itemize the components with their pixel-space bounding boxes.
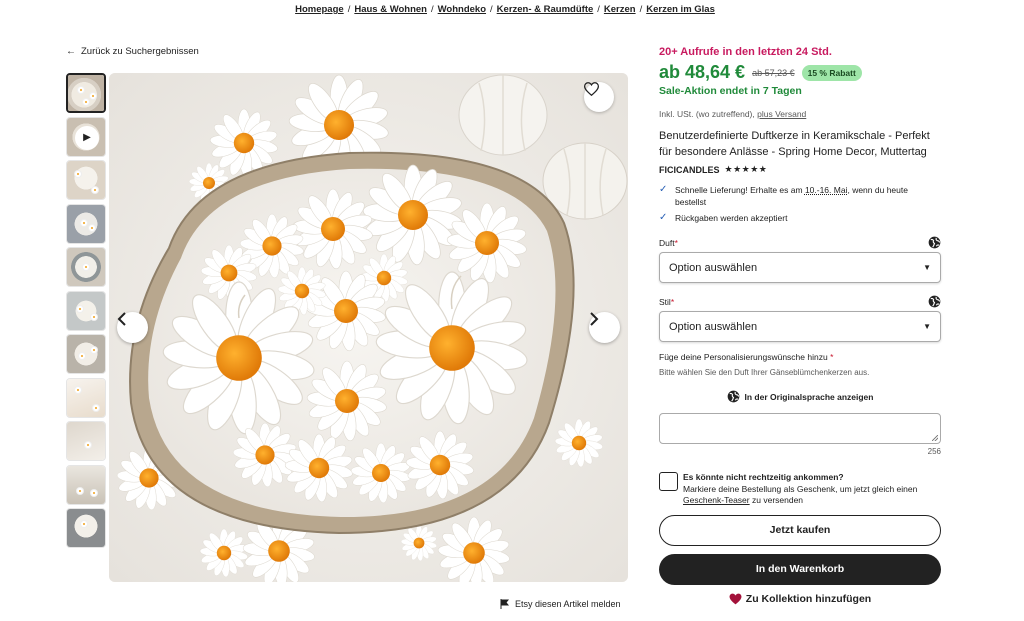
play-icon: ▶	[75, 125, 99, 150]
scent-label-row: Duft*	[659, 236, 941, 249]
gift-checkbox[interactable]	[659, 472, 678, 491]
thumbnail-3[interactable]	[66, 160, 106, 200]
thumbnail-9[interactable]	[66, 421, 106, 461]
delivery-date[interactable]: 10.-16. Mai	[805, 185, 848, 195]
thumbnail-10[interactable]	[66, 464, 106, 505]
discount-badge: 15 % Rabatt	[801, 64, 862, 81]
personalization-hint: Bitte wählen Sie den Duft Ihrer Gänseblü…	[659, 368, 870, 377]
style-label-row: Stil*	[659, 295, 941, 308]
character-counter: 256	[927, 447, 941, 456]
original-price: ab 57,23 €	[752, 67, 795, 78]
shop-row: FICICANDLES ★★★★★	[659, 164, 941, 175]
returns-feature: ✓ Rückgaben werden akzeptiert	[659, 212, 941, 224]
flag-icon	[500, 599, 509, 609]
tax-info: Inkl. USt. (wo zutreffend), plus Versand	[659, 109, 941, 119]
thumbnail-7[interactable]	[66, 334, 106, 374]
gift-text: Es könnte nicht rechtzeitig ankommen? Ma…	[683, 472, 918, 505]
arrow-left-icon: ←	[66, 46, 76, 57]
caret-down-icon: ▼	[923, 263, 931, 272]
show-original-language-link[interactable]: In der Originalsprache anzeigen	[659, 390, 941, 403]
thumbnail-5[interactable]	[66, 247, 106, 287]
next-image-button[interactable]	[589, 312, 620, 343]
buy-now-button[interactable]: Jetzt kaufen	[659, 514, 941, 546]
chevron-right-icon	[590, 312, 599, 326]
globe-icon	[727, 390, 739, 403]
thumbnail-6[interactable]	[66, 290, 106, 331]
shop-name-link[interactable]: FICICANDLES	[659, 165, 720, 175]
heart-outline-icon	[584, 82, 599, 96]
product-title: Benutzerdefinierte Duftkerze in Keramiks…	[659, 130, 930, 158]
scent-label: Duft	[659, 237, 675, 248]
globe-icon[interactable]	[928, 236, 941, 249]
rating-stars[interactable]: ★★★★★	[725, 164, 768, 175]
sale-end-notice: Sale-Aktion endet in 7 Tagen	[659, 85, 802, 97]
thumbnail-1[interactable]	[66, 73, 106, 113]
thumbnail-video[interactable]: ▶	[66, 116, 106, 157]
add-to-collection-label: Zu Kollektion hinzufügen	[745, 592, 872, 605]
breadcrumb-candles[interactable]: Kerzen	[604, 4, 636, 15]
gift-option: Es könnte nicht rechtzeitig ankommen? Ma…	[659, 472, 941, 507]
breadcrumb-home-living[interactable]: Haus & Wohnen	[354, 4, 427, 15]
add-to-collection-button[interactable]: Zu Kollektion hinzufügen	[659, 593, 941, 605]
check-icon: ✓	[659, 212, 668, 223]
back-to-results-label: Zurück zu Suchergebnissen	[81, 46, 199, 57]
scent-select[interactable]: Option auswählen ▼	[659, 252, 941, 283]
breadcrumb: Homepage / Haus & Wohnen / Wohndeko / Kerzen- …	[295, 4, 715, 15]
previous-image-button[interactable]	[117, 312, 148, 343]
add-to-cart-button[interactable]: In den Warenkorb	[659, 553, 941, 585]
heart-filled-icon	[729, 593, 742, 604]
personalization-textarea[interactable]	[659, 413, 941, 444]
thumbnail-strip: ▶	[66, 73, 106, 548]
report-item-label: Etsy diesen Artikel melden	[515, 599, 621, 609]
personalization-label: Füge deine Personalisierungswünsche hinz…	[659, 352, 834, 362]
views-notice: 20+ Aufrufe in den letzten 24 Std.	[659, 46, 832, 58]
gift-teaser-link[interactable]: Geschenk-Teaser	[683, 495, 750, 505]
caret-down-icon: ▼	[923, 322, 931, 331]
price-row: ab 48,64 € ab 57,23 € 15 % Rabatt	[659, 62, 941, 83]
breadcrumb-home-decor[interactable]: Wohndeko	[438, 4, 486, 15]
favorite-button[interactable]	[584, 82, 614, 112]
breadcrumb-candles-in-glass[interactable]: Kerzen im Glas	[646, 4, 715, 15]
shipping-link[interactable]: plus Versand	[757, 109, 806, 119]
style-select[interactable]: Option auswählen ▼	[659, 311, 941, 342]
gift-title: Es könnte nicht rechtzeitig ankommen?	[683, 472, 844, 482]
main-product-image	[109, 73, 628, 582]
back-to-results-link[interactable]: ← Zurück zu Suchergebnissen	[66, 46, 199, 57]
thumbnail-4[interactable]	[66, 203, 106, 244]
scent-select-value: Option auswählen	[669, 261, 758, 274]
breadcrumb-candles-scents[interactable]: Kerzen- & Raumdüfte	[497, 4, 594, 15]
delivery-text: Schnelle Lieferung! Erhalte es am 10.-16…	[674, 185, 908, 207]
returns-text: Rückgaben werden akzeptiert	[675, 213, 788, 223]
thumbnail-11[interactable]	[66, 508, 106, 548]
thumbnail-8[interactable]	[66, 377, 106, 418]
product-details-panel: 20+ Aufrufe in den letzten 24 Std. ab 48…	[659, 46, 941, 605]
current-price: ab 48,64 €	[659, 62, 746, 82]
delivery-feature: ✓ Schnelle Lieferung! Erhalte es am 10.-…	[659, 184, 941, 208]
report-item-link[interactable]: Etsy diesen Artikel melden	[500, 599, 621, 609]
tax-text: Inkl. USt. (wo zutreffend),	[659, 109, 755, 119]
check-icon: ✓	[659, 184, 668, 195]
daisy-candle-illustration	[109, 73, 628, 582]
show-original-language-label: In der Originalsprache anzeigen	[744, 391, 874, 402]
globe-icon[interactable]	[928, 295, 941, 308]
style-label: Stil	[659, 296, 671, 307]
chevron-left-icon	[117, 312, 126, 326]
breadcrumb-homepage[interactable]: Homepage	[295, 4, 344, 15]
style-select-value: Option auswählen	[669, 320, 758, 333]
